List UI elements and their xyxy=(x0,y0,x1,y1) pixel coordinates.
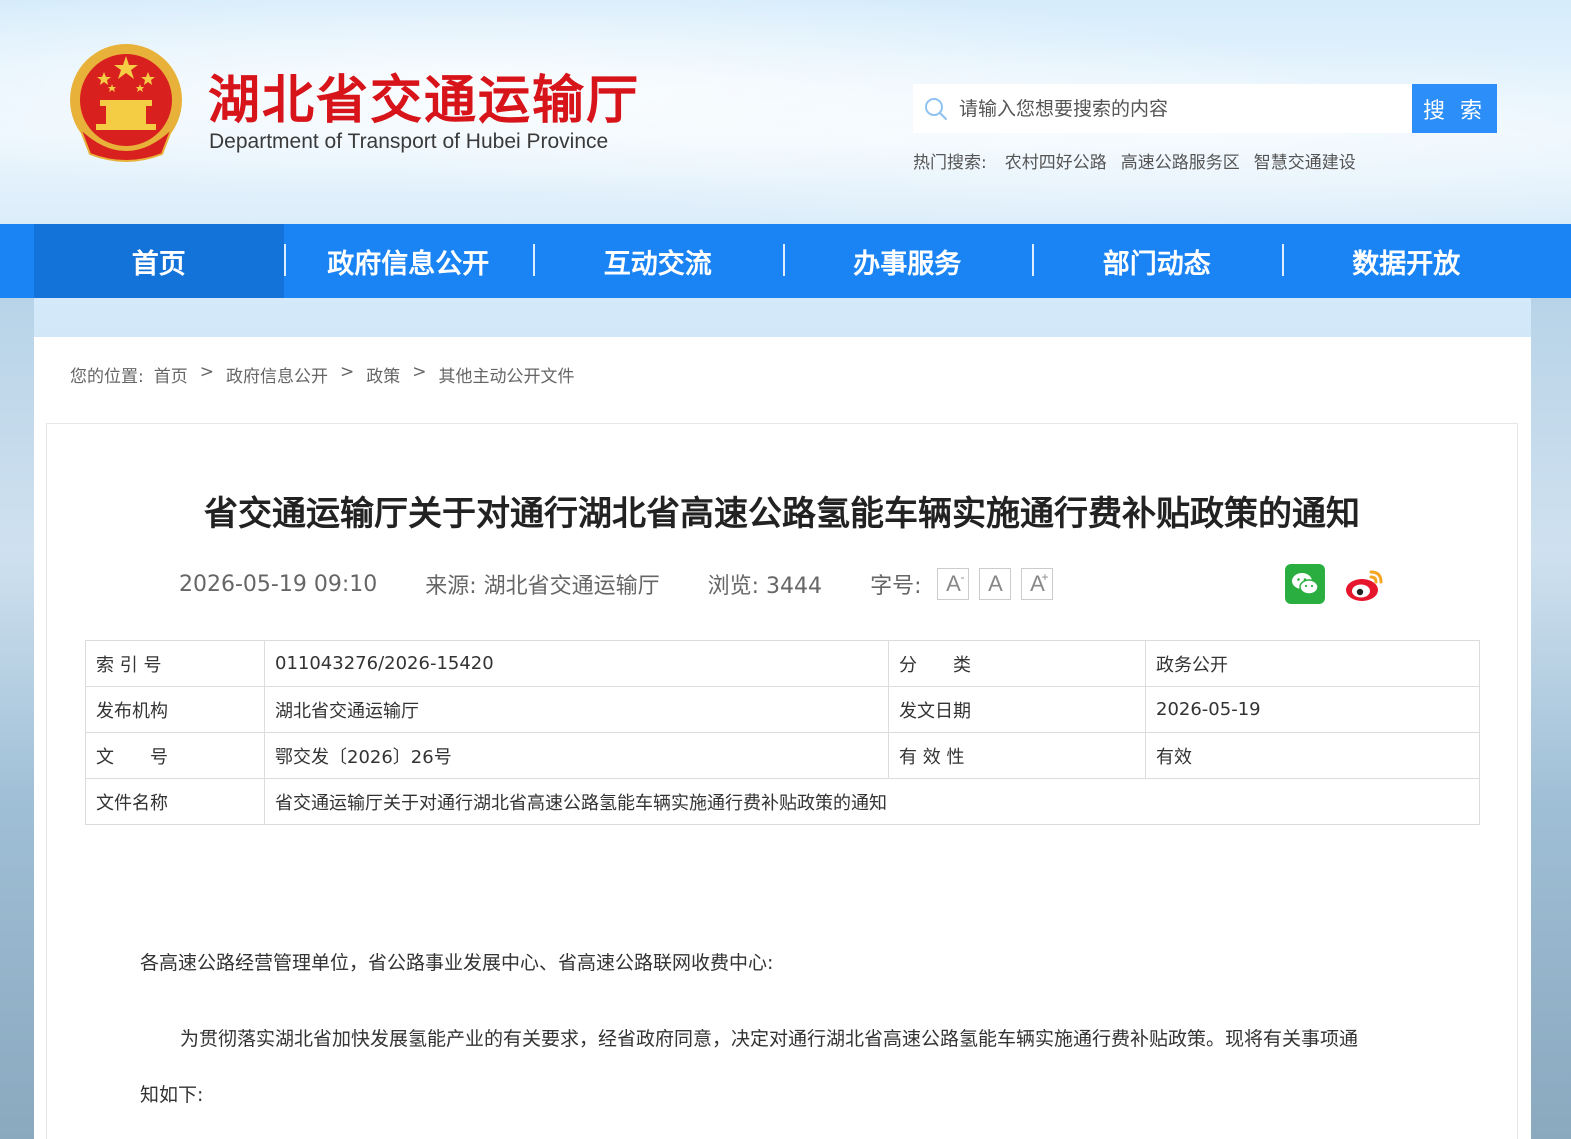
article-views: 浏览: 3444 xyxy=(707,574,823,599)
article-datetime: 2026-05-19 09:10 xyxy=(179,571,378,597)
body-paragraph: 为贯彻落实湖北省加快发展氢能产业的有关要求，经省政府同意，决定对通行湖北省高速公… xyxy=(180,1028,1359,1050)
breadcrumb-separator: > xyxy=(199,362,214,382)
national-emblem-icon xyxy=(70,44,182,162)
nav-item-open-data[interactable]: 数据开放 xyxy=(1281,224,1532,298)
article-title: 省交通运输厅关于对通行湖北省高速公路氢能车辆实施通行费补贴政策的通知 xyxy=(204,494,1360,534)
nav-item-home[interactable]: 首页 xyxy=(34,224,284,298)
info-value: 有效 xyxy=(1145,732,1480,779)
breadcrumb-separator: > xyxy=(412,362,427,382)
wechat-share-icon[interactable] xyxy=(1285,564,1325,604)
search-input[interactable] xyxy=(959,84,1412,133)
search-button[interactable]: 搜 索 xyxy=(1412,84,1497,133)
site-subtitle: Department of Transport of Hubei Provinc… xyxy=(209,130,609,153)
main-content: 您的位置: 首页 > 政府信息公开 > 政策 > 其他主动公开文件 省交通运输厅… xyxy=(34,337,1531,1139)
breadcrumb: 您的位置: 首页 > 政府信息公开 > 政策 > 其他主动公开文件 xyxy=(70,362,574,387)
hot-search-link[interactable]: 农村四好公路 xyxy=(1005,148,1107,173)
body-paragraph-continued: 知如下: xyxy=(140,1084,204,1106)
table-row: 索 引 号 011043276/2026-15420 分 类 政务公开 xyxy=(85,640,1480,687)
nav-item-gov-info[interactable]: 政府信息公开 xyxy=(283,224,534,298)
breadcrumb-separator: > xyxy=(339,362,355,382)
breadcrumb-item[interactable]: 其他主动公开文件 xyxy=(438,362,574,387)
font-increase-button[interactable]: A + xyxy=(1021,568,1054,600)
info-key: 有 效 性 xyxy=(888,732,1146,779)
breadcrumb-item[interactable]: 政府信息公开 xyxy=(226,362,328,387)
font-decrease-button[interactable]: A- xyxy=(937,568,970,600)
info-value: 湖北省交通运输厅 xyxy=(264,686,889,733)
hot-search-label: 热门搜索: xyxy=(913,153,987,173)
search-box: 搜 索 xyxy=(913,84,1497,133)
article-meta: 2026-05-19 09:10 来源: 湖北省交通运输厅 浏览: 3444 字… xyxy=(179,568,1063,600)
body-greeting: 各高速公路经营管理单位，省公路事业发展中心、省高速公路联网收费中心: xyxy=(140,952,774,974)
search-icon xyxy=(913,84,959,133)
weibo-share-icon[interactable] xyxy=(1343,562,1387,606)
article: 省交通运输厅关于对通行湖北省高速公路氢能车辆实施通行费补贴政策的通知 2026-… xyxy=(46,423,1518,1139)
font-default-button[interactable]: A xyxy=(979,568,1012,600)
nav-item-dept-news[interactable]: 部门动态 xyxy=(1032,224,1282,298)
breadcrumb-item[interactable]: 首页 xyxy=(154,362,188,387)
info-key: 分 类 xyxy=(888,640,1146,687)
info-value: 省交通运输厅关于对通行湖北省高速公路氢能车辆实施通行费补贴政策的通知 xyxy=(264,778,1480,825)
info-key: 发布机构 xyxy=(85,686,265,733)
site-title: 湖北省交通运输厅 xyxy=(208,71,641,131)
hot-search: 热门搜索: 农村四好公路 高速公路服务区 智慧交通建设 xyxy=(913,148,1356,173)
nav-item-services[interactable]: 办事服务 xyxy=(782,224,1033,298)
main-nav: 首页 政府信息公开 互动交流 办事服务 部门动态 数据开放 xyxy=(0,224,1571,298)
hot-search-link[interactable]: 高速公路服务区 xyxy=(1121,148,1240,173)
info-value: 政务公开 xyxy=(1145,640,1480,687)
info-value: 2026-05-19 xyxy=(1145,686,1480,733)
info-key: 发文日期 xyxy=(888,686,1146,733)
side-decoration-right xyxy=(1531,298,1571,1139)
article-source: 来源: 湖北省交通运输厅 xyxy=(425,574,660,599)
table-row: 文件名称 省交通运输厅关于对通行湖北省高速公路氢能车辆实施通行费补贴政策的通知 xyxy=(85,778,1480,825)
font-size-label: 字号: xyxy=(870,574,922,599)
nav-item-interaction[interactable]: 互动交流 xyxy=(533,224,783,298)
table-row: 文 号 鄂交发〔2026〕26号 有 效 性 有效 xyxy=(85,732,1480,779)
breadcrumb-label: 您的位置: xyxy=(70,367,144,387)
side-decoration-left xyxy=(0,298,34,1139)
table-row: 发布机构 湖北省交通运输厅 发文日期 2026-05-19 xyxy=(85,686,1480,733)
info-value: 011043276/2026-15420 xyxy=(264,640,889,687)
info-key: 索 引 号 xyxy=(85,640,265,687)
hot-search-link[interactable]: 智慧交通建设 xyxy=(1254,148,1356,173)
site-header: 湖北省交通运输厅 Department of Transport of Hube… xyxy=(0,0,1571,224)
document-info-table: 索 引 号 011043276/2026-15420 分 类 政务公开 发布机构… xyxy=(85,640,1480,825)
info-key: 文件名称 xyxy=(85,778,265,825)
info-key: 文 号 xyxy=(85,732,265,779)
breadcrumb-item[interactable]: 政策 xyxy=(366,362,400,387)
info-value: 鄂交发〔2026〕26号 xyxy=(264,732,889,779)
